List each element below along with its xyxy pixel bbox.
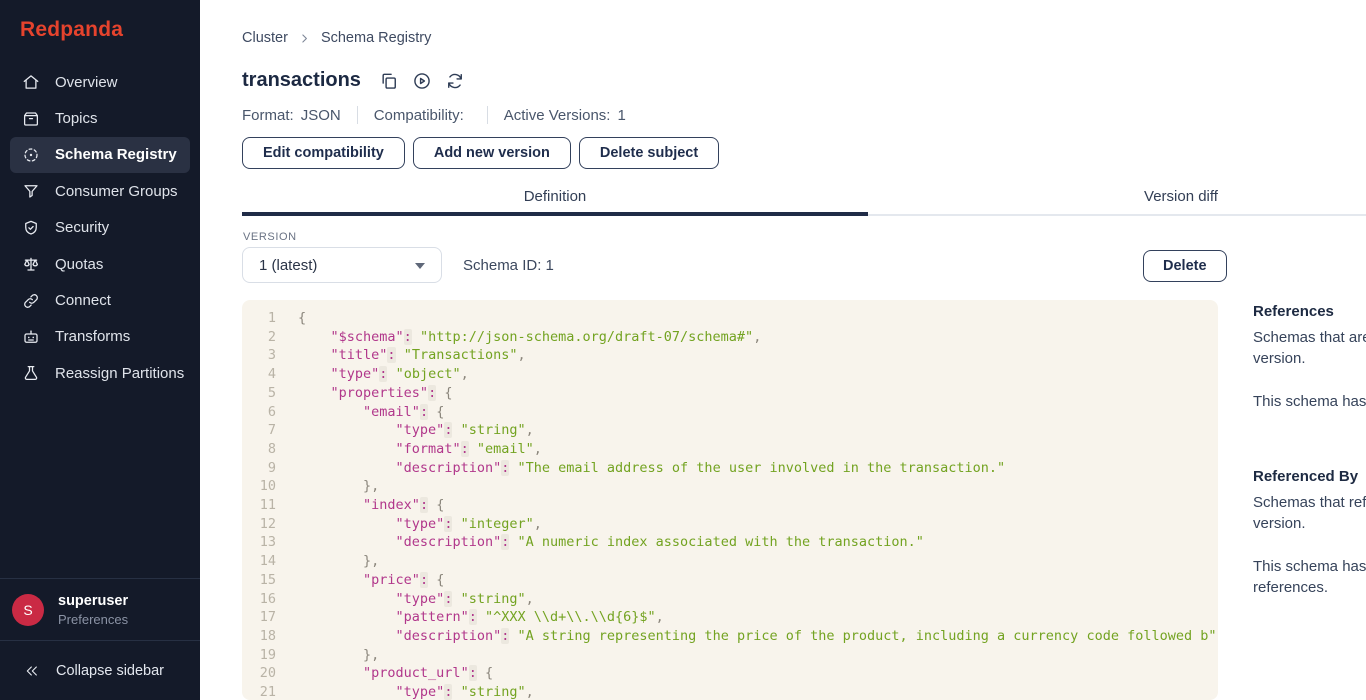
action-buttons: Edit compatibility Add new version Delet… [242, 137, 727, 169]
add-new-version-button[interactable]: Add new version [413, 137, 571, 169]
sidebar-item-reassign-partitions[interactable]: Reassign Partitions [10, 355, 190, 391]
sidebar-item-label: Consumer Groups [55, 183, 178, 200]
user-menu[interactable]: S superuser Preferences [0, 579, 200, 640]
sidebar-item-label: Connect [55, 292, 111, 309]
robot-icon [22, 328, 40, 346]
shield-check-icon [22, 219, 40, 237]
active-versions-label: Active Versions: [504, 107, 611, 124]
compatibility-label: Compatibility: [374, 107, 464, 124]
schema-registry-icon [22, 146, 40, 164]
references-description: Schemas that are referenced by this sche… [1253, 327, 1366, 369]
sidebar-item-topics[interactable]: Topics [10, 100, 190, 136]
tab-bar: Definition Version diff [242, 184, 1366, 216]
sidebar-item-label: Overview [55, 74, 118, 91]
avatar: S [12, 594, 44, 626]
version-select[interactable]: 1 (latest) [242, 247, 442, 283]
meta-divider [487, 106, 488, 124]
sidebar-item-overview[interactable]: Overview [10, 64, 190, 100]
copy-icon[interactable] [379, 71, 399, 91]
sidebar-item-quotas[interactable]: Quotas [10, 246, 190, 282]
delete-version-button[interactable]: Delete [1143, 250, 1227, 282]
collapse-sidebar-label: Collapse sidebar [56, 663, 164, 679]
breadcrumb: Cluster Schema Registry [242, 30, 431, 46]
format-label: Format: [242, 107, 294, 124]
format-value: JSON [301, 107, 341, 124]
collapse-sidebar-button[interactable]: Collapse sidebar [0, 641, 200, 700]
flask-icon [22, 364, 40, 382]
sidebar-item-label: Quotas [55, 256, 103, 273]
funnel-icon [22, 182, 40, 200]
sidebar-item-transforms[interactable]: Transforms [10, 319, 190, 355]
schema-code-editor[interactable]: 1{2 "$schema": "http://json-schema.org/d… [242, 300, 1218, 700]
user-name: superuser [58, 592, 128, 611]
redpanda-logo: Redpanda [20, 18, 123, 42]
sidebar-item-label: Transforms [55, 328, 130, 345]
version-label: VERSION [243, 231, 297, 243]
sidebar: Redpanda Overview Topics Schema Registry… [0, 0, 200, 700]
refresh-icon[interactable] [445, 71, 465, 91]
topics-box-icon [22, 110, 40, 128]
page-title: transactions [242, 69, 361, 92]
referenced-by-title: Referenced By [1253, 468, 1366, 485]
title-row: transactions [242, 69, 478, 92]
references-panel: References Schemas that are referenced b… [1253, 303, 1366, 598]
breadcrumb-schema-registry[interactable]: Schema Registry [321, 30, 431, 46]
sidebar-item-label: Schema Registry [55, 146, 177, 163]
active-versions-value: 1 [617, 107, 625, 124]
chevron-down-icon [415, 263, 425, 269]
play-circle-icon[interactable] [412, 71, 432, 91]
version-select-value: 1 (latest) [259, 257, 317, 274]
sidebar-item-schema-registry[interactable]: Schema Registry [10, 137, 190, 173]
referenced-by-description: Schemas that reference this schema versi… [1253, 492, 1366, 534]
meta-divider [357, 106, 358, 124]
link-icon [22, 292, 40, 310]
schema-id: Schema ID: 1 [463, 257, 554, 274]
subject-meta: Format: JSON Compatibility: Active Versio… [242, 106, 626, 124]
references-empty-text: This schema has no references. [1253, 391, 1366, 412]
sidebar-item-label: Security [55, 219, 109, 236]
sidebar-item-label: Topics [55, 110, 98, 127]
preferences-link[interactable]: Preferences [58, 611, 128, 628]
references-title: References [1253, 303, 1366, 320]
sidebar-nav: Overview Topics Schema Registry Consumer… [0, 64, 200, 392]
tab-definition[interactable]: Definition [242, 184, 868, 216]
scales-icon [22, 255, 40, 273]
delete-subject-button[interactable]: Delete subject [579, 137, 719, 169]
sidebar-item-security[interactable]: Security [10, 210, 190, 246]
home-icon [22, 73, 40, 91]
sidebar-item-consumer-groups[interactable]: Consumer Groups [10, 173, 190, 209]
double-chevron-left-icon [24, 663, 40, 679]
sidebar-item-connect[interactable]: Connect [10, 282, 190, 318]
tab-version-diff[interactable]: Version diff [868, 184, 1366, 216]
referenced-by-empty-text: This schema has no incoming references. [1253, 556, 1366, 598]
breadcrumb-cluster[interactable]: Cluster [242, 30, 288, 46]
sidebar-item-label: Reassign Partitions [55, 365, 184, 382]
edit-compatibility-button[interactable]: Edit compatibility [242, 137, 405, 169]
chevron-right-icon [288, 32, 321, 45]
